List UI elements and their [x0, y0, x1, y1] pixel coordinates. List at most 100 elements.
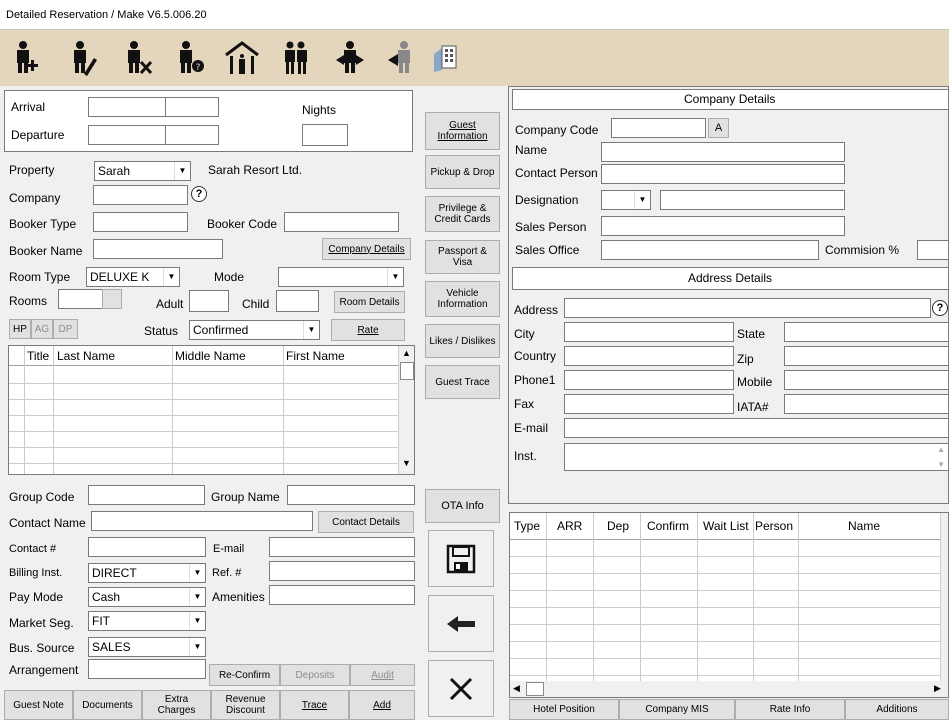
rooms-input[interactable]	[58, 289, 103, 309]
designation-input[interactable]	[660, 190, 845, 210]
booking-table[interactable]: Type ARR Dep Confirm Wait List Person Na…	[509, 512, 949, 698]
iata-input[interactable]	[784, 394, 949, 414]
contact-details-button[interactable]: Contact Details	[318, 511, 414, 533]
address-email-input[interactable]	[564, 418, 949, 438]
designation-select[interactable]: ▼	[601, 190, 651, 210]
departure-time-input[interactable]	[165, 125, 219, 145]
scroll-up-icon[interactable]: ▲	[402, 348, 411, 358]
pay-mode-select[interactable]: Cash ▼	[88, 587, 206, 607]
booker-type-input[interactable]	[93, 212, 188, 232]
rooms-spin-button[interactable]	[102, 289, 122, 309]
room-rack-icon[interactable]	[430, 40, 462, 76]
guest-information-button[interactable]: Guest Information	[425, 112, 500, 150]
scroll-thumb[interactable]	[400, 362, 414, 380]
phone1-input[interactable]	[564, 370, 734, 390]
nights-input[interactable]	[302, 124, 348, 146]
address-input[interactable]	[564, 298, 931, 318]
room-details-button[interactable]: Room Details	[334, 291, 405, 313]
additions-tab[interactable]: Additions	[845, 699, 949, 720]
ref-input[interactable]	[269, 561, 415, 581]
add-button[interactable]: Add	[349, 690, 415, 720]
company-mis-tab[interactable]: Company MIS	[619, 699, 735, 720]
group-guests-icon[interactable]	[280, 40, 312, 76]
sales-office-input[interactable]	[601, 240, 819, 260]
vehicle-information-button[interactable]: Vehicle Information	[425, 281, 500, 317]
contact-person-input[interactable]	[601, 164, 845, 184]
bus-source-select[interactable]: SALES ▼	[88, 637, 206, 657]
departure-date-input[interactable]	[88, 125, 166, 145]
close-button[interactable]	[428, 660, 494, 717]
scroll-down-icon[interactable]: ▼	[402, 458, 411, 468]
help-icon[interactable]: ?	[932, 300, 948, 316]
delete-guest-icon[interactable]	[122, 40, 154, 76]
help-icon[interactable]: ?	[191, 186, 207, 202]
status-select[interactable]: Confirmed ▼	[189, 320, 320, 340]
hp-button[interactable]: HP	[9, 319, 31, 339]
market-seg-select[interactable]: FIT ▼	[88, 611, 206, 631]
email-input[interactable]	[269, 537, 415, 557]
group-code-input[interactable]	[88, 485, 205, 505]
rate-button[interactable]: Rate	[331, 319, 405, 341]
edit-guest-icon[interactable]	[66, 40, 98, 76]
property-select[interactable]: Sarah ▼	[94, 161, 191, 181]
contact-no-input[interactable]	[88, 537, 206, 557]
fax-input[interactable]	[564, 394, 734, 414]
hotel-icon[interactable]	[222, 40, 262, 76]
hscroll-thumb[interactable]	[526, 682, 544, 696]
trace-button[interactable]: Trace	[280, 690, 349, 720]
deposits-button[interactable]: Deposits	[280, 664, 350, 686]
state-input[interactable]	[784, 322, 949, 342]
dp-button[interactable]: DP	[53, 319, 78, 339]
guests-scrollbar[interactable]: ▲ ▼	[398, 346, 414, 474]
city-input[interactable]	[564, 322, 734, 342]
child-input[interactable]	[276, 290, 319, 312]
mode-select[interactable]: ▼	[278, 267, 404, 287]
booking-vscrollbar[interactable]	[940, 513, 948, 681]
booking-hscrollbar[interactable]	[510, 681, 948, 697]
documents-button[interactable]: Documents	[73, 690, 142, 720]
guest-walk-icon[interactable]	[386, 40, 418, 76]
likes-dislikes-button[interactable]: Likes / Dislikes	[425, 324, 500, 358]
country-input[interactable]	[564, 346, 734, 366]
scroll-left-icon[interactable]: ◀	[513, 683, 520, 694]
company-details-button[interactable]: Company Details	[322, 238, 411, 260]
group-name-input[interactable]	[287, 485, 415, 505]
mobile-input[interactable]	[784, 370, 949, 390]
rate-info-tab[interactable]: Rate Info	[735, 699, 845, 720]
audit-button[interactable]: Audit	[350, 664, 415, 686]
sales-person-input[interactable]	[601, 216, 845, 236]
passport-visa-button[interactable]: Passport & Visa	[425, 240, 500, 274]
arrangement-input[interactable]	[88, 659, 206, 679]
zip-input[interactable]	[784, 346, 949, 366]
hotel-position-tab[interactable]: Hotel Position	[509, 699, 619, 720]
amenities-input[interactable]	[269, 585, 415, 605]
guests-table[interactable]: Title Last Name Middle Name First Name ▲…	[8, 345, 415, 475]
ag-button[interactable]: AG	[31, 319, 53, 339]
back-button[interactable]	[428, 595, 494, 652]
booker-name-input[interactable]	[93, 239, 223, 259]
commission-input[interactable]	[917, 240, 949, 260]
privilege-credit-cards-button[interactable]: Privilege & Credit Cards	[425, 196, 500, 232]
arrival-date-input[interactable]	[88, 97, 166, 117]
company-input[interactable]	[93, 185, 188, 205]
billing-select[interactable]: DIRECT ▼	[88, 563, 206, 583]
company-name-input[interactable]	[601, 142, 845, 162]
add-guest-icon[interactable]	[8, 40, 40, 76]
guest-query-icon[interactable]: ?	[174, 40, 206, 76]
guest-trace-button[interactable]: Guest Trace	[425, 365, 500, 399]
company-code-input[interactable]	[611, 118, 706, 138]
room-type-select[interactable]: DELUXE K ▼	[86, 267, 180, 287]
a-button[interactable]: A	[708, 118, 729, 138]
inst-textarea[interactable]: ▲ ▼	[564, 443, 949, 471]
scroll-right-icon[interactable]: ▶	[934, 683, 941, 694]
ota-info-button[interactable]: OTA Info	[425, 489, 500, 523]
guest-note-button[interactable]: Guest Note	[4, 690, 73, 720]
save-button[interactable]	[428, 530, 494, 587]
checkout-guest-icon[interactable]	[334, 40, 366, 76]
arrival-time-input[interactable]	[165, 97, 219, 117]
booker-code-input[interactable]	[284, 212, 399, 232]
pickup-drop-button[interactable]: Pickup & Drop	[425, 155, 500, 189]
reconfirm-button[interactable]: Re-Confirm	[209, 664, 280, 686]
revenue-discount-button[interactable]: Revenue Discount	[211, 690, 280, 720]
adult-input[interactable]	[189, 290, 229, 312]
